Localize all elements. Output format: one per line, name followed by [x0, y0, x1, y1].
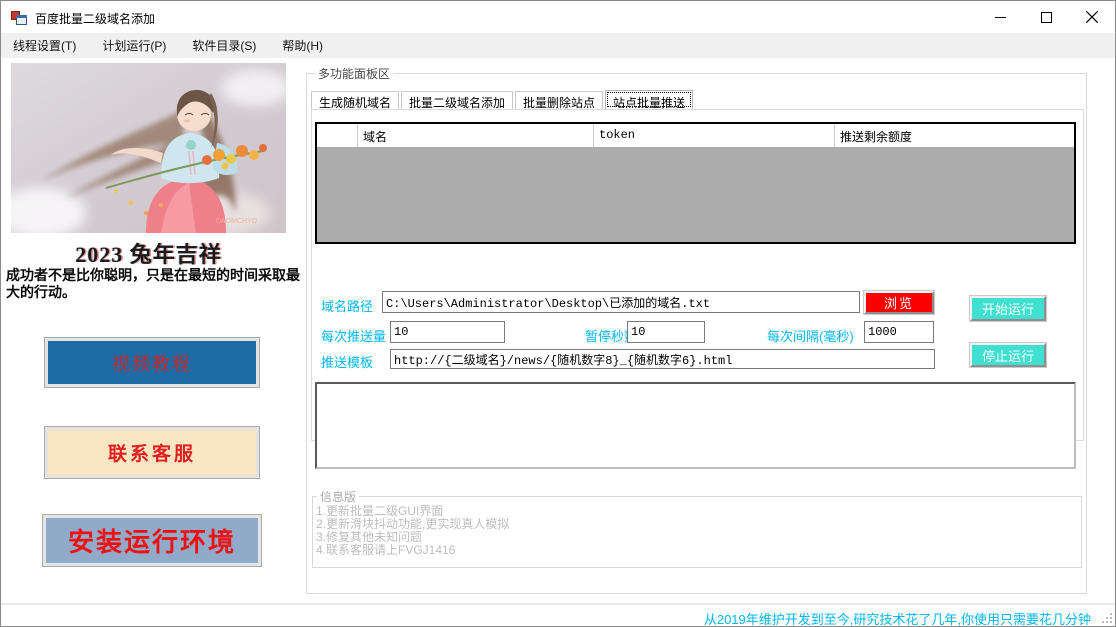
title-bar: 百度批量二级域名添加 [1, 1, 1115, 33]
info-board-group: 信息版 1.更新批量二级GUI界面 2.更新滑块抖动功能,更实现真人模拟 3.修… [312, 488, 1082, 568]
maximize-icon [1041, 12, 1052, 23]
app-icon-window-titlebar [16, 15, 27, 18]
start-run-button[interactable]: 开始运行 [970, 296, 1046, 321]
status-message: 从2019年维护开发到至今,研究技术花了几年,你使用只需要花几分钟 [704, 609, 1091, 627]
tab-page-site-batch-push: 域名 token 推送剩余额度 域名路径 浏览 开始运行 每次推送量 暂停秒数 … [311, 109, 1084, 441]
interval-input[interactable] [864, 321, 934, 343]
per-push-label: 每次推送量 [321, 326, 386, 345]
close-icon [1086, 11, 1098, 23]
video-tutorial-button[interactable]: 视频教程 [45, 338, 259, 387]
menu-bar: 线程设置(T) 计划运行(P) 软件目录(S) 帮助(H) [1, 33, 1115, 58]
interval-label: 每次间隔(毫秒) [767, 326, 854, 345]
app-icon[interactable] [11, 9, 27, 25]
stop-run-button[interactable]: 停止运行 [970, 343, 1046, 367]
tab-batch-subdomain-add[interactable]: 批量二级域名添加 [401, 91, 513, 110]
menu-scheduled-run[interactable]: 计划运行(P) [92, 32, 180, 59]
grid-column-token[interactable]: token [594, 124, 835, 147]
push-template-label: 推送模板 [321, 352, 373, 371]
grid-header-row: 域名 token 推送剩余额度 [317, 124, 1074, 147]
minimize-icon [995, 12, 1006, 23]
grid-row-header-cell [317, 124, 358, 147]
multifunction-panel-title: 多功能面板区 [315, 65, 393, 82]
push-template-input[interactable] [390, 349, 935, 369]
hero-image: DAOMCHYO [11, 63, 286, 233]
maximize-button[interactable] [1023, 1, 1069, 33]
menu-thread-settings[interactable]: 线程设置(T) [3, 32, 90, 59]
browse-button[interactable]: 浏览 [864, 291, 934, 314]
tab-site-batch-push[interactable]: 站点批量推送 [605, 90, 693, 109]
grid-empty-body [317, 147, 1074, 242]
menu-software-directory[interactable]: 软件目录(S) [182, 32, 270, 59]
motivational-quote: 成功者不是比你聪明，只是在最短的时间采取最大的行动。 [6, 267, 300, 301]
info-line: 2.更新滑块抖动功能,更实现真人模拟 [316, 518, 1081, 531]
close-button[interactable] [1069, 1, 1115, 33]
artist-signature: DAOMCHYO [216, 218, 258, 225]
domain-path-input[interactable] [382, 291, 860, 313]
log-output-box[interactable] [315, 382, 1076, 469]
tab-batch-delete-site[interactable]: 批量删除站点 [515, 91, 603, 110]
grid-column-remaining-quota[interactable]: 推送剩余额度 [835, 124, 1074, 147]
pause-seconds-input[interactable] [627, 321, 705, 343]
install-runtime-button[interactable]: 安装运行环境 [43, 515, 261, 566]
tab-strip: 生成随机域名 批量二级域名添加 批量删除站点 站点批量推送 [311, 91, 695, 110]
domain-path-label: 域名路径 [321, 296, 373, 315]
resize-grip[interactable] [1100, 611, 1112, 623]
multifunction-panel-group: 多功能面板区 生成随机域名 批量二级域名添加 批量删除站点 站点批量推送 域名 … [306, 65, 1087, 594]
menu-help[interactable]: 帮助(H) [272, 32, 337, 59]
push-data-grid: 域名 token 推送剩余额度 [315, 122, 1076, 244]
hero-illustration: DAOMCHYO [11, 63, 286, 233]
minimize-button[interactable] [977, 1, 1023, 33]
window-title: 百度批量二级域名添加 [35, 10, 155, 27]
contact-support-button[interactable]: 联系客服 [45, 427, 259, 478]
info-board-title: 信息版 [317, 488, 359, 505]
tab-generate-random-domain[interactable]: 生成随机域名 [311, 91, 399, 110]
info-line: 4.联系客服请上FVGJ1416 [316, 544, 1081, 557]
app-window: 百度批量二级域名添加 线程设置(T) 计划运行(P) 软件目录(S) 帮助(H) [0, 0, 1116, 627]
status-bar: 从2019年维护开发到至今,研究技术花了几年,你使用只需要花几分钟 [1, 603, 1115, 626]
window-controls [977, 1, 1115, 33]
year-greeting: 2023 兔年吉祥 [11, 237, 286, 269]
per-push-input[interactable] [390, 321, 505, 343]
grid-column-domain[interactable]: 域名 [358, 124, 594, 147]
